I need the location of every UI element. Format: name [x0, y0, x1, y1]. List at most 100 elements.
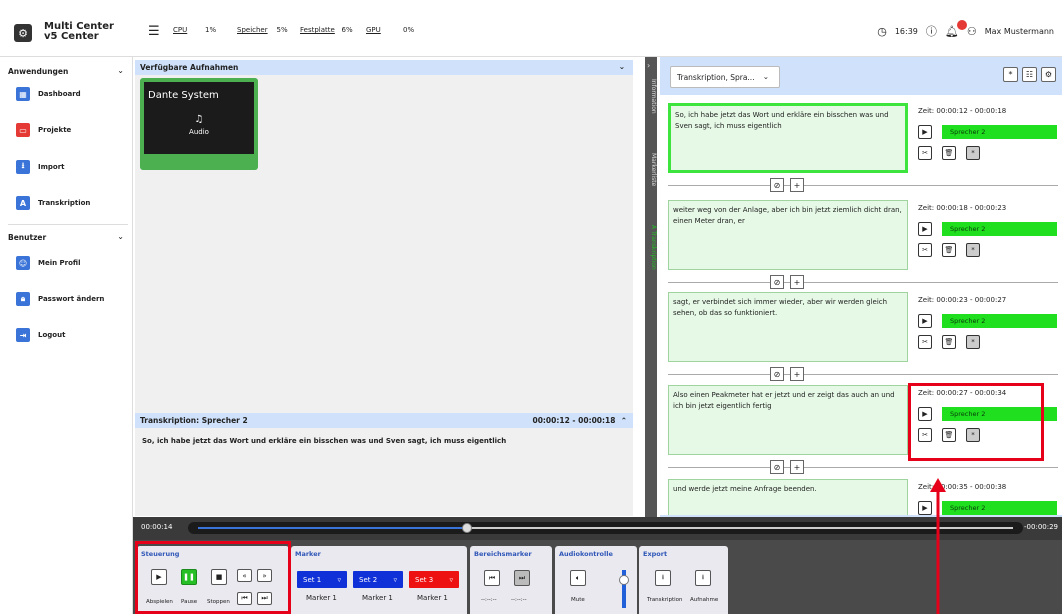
triangle-down-icon: ▿ — [449, 575, 453, 584]
asterisk-icon[interactable]: * — [966, 146, 980, 160]
sidebar-item-logout[interactable]: ⇥ Logout — [16, 328, 65, 342]
set3-button[interactable]: Set 3 ▿ — [409, 571, 459, 588]
sidebar-group-applications[interactable]: Anwendungen — [8, 67, 68, 76]
asterisk-icon[interactable]: * — [966, 243, 980, 257]
header-right: ◷ 16:39 ⓘ 🔔︎ ⚇ Max Mustermann — [877, 19, 1054, 39]
scissors-icon[interactable]: ✂ — [918, 146, 932, 160]
bell-icon[interactable]: 🔔︎ — [945, 19, 967, 38]
segment-speaker[interactable]: Sprecher 2 — [942, 314, 1057, 328]
menu-icon[interactable]: ☰ — [148, 24, 160, 39]
add-icon[interactable]: + — [790, 367, 804, 381]
transcription-title: Transkription: Sprecher 2 — [140, 416, 248, 425]
set3-marker-label: Marker 1 — [417, 594, 448, 602]
link-icon[interactable]: ⊘ — [770, 275, 784, 289]
profile-icon: ☺ — [16, 256, 30, 270]
user-icon[interactable]: ⚇ — [967, 25, 977, 38]
asterisk-button[interactable]: * — [1003, 67, 1018, 82]
sidebar-item-change-password[interactable]: 🔒︎ Passwort ändern — [16, 292, 104, 306]
audio-control-title: Audiokontrolle — [559, 550, 613, 558]
timeline-current-time: 00:00:14 — [141, 523, 173, 531]
range-start-value: --:--:-- — [481, 597, 497, 603]
tab-information[interactable]: Information — [645, 79, 657, 114]
sidebar-item-profile[interactable]: ☺ Mein Profil — [16, 256, 81, 270]
sidebar: Anwendungen ⌄ ▦ Dashboard ▭ Projekte ⭳ Impo… — [0, 57, 133, 614]
link-icon[interactable]: ⊘ — [770, 178, 784, 192]
sidebar-item-projects[interactable]: ▭ Projekte — [16, 123, 71, 137]
speaker-icon[interactable]: 🔈︎ — [570, 570, 586, 586]
segment-speaker[interactable]: Sprecher 2 — [942, 222, 1057, 236]
segment-time: Zeit: 00:00:12 - 00:00:18 — [918, 107, 1007, 115]
segment-text[interactable]: So, ich habe jetzt das Wort und erkläre … — [668, 103, 908, 173]
set1-button[interactable]: Set 1 ▿ — [297, 571, 347, 588]
scissors-icon[interactable]: ✂ — [918, 335, 932, 349]
speakers-button[interactable]: ☷ — [1022, 67, 1037, 82]
tab-transcription[interactable]: A Transkription — [645, 225, 657, 270]
sidebar-item-import[interactable]: ⭳ Import — [16, 160, 65, 174]
segment-time: Zeit: 00:00:23 - 00:00:27 — [918, 296, 1007, 304]
info-icon[interactable]: ⓘ — [926, 23, 937, 39]
sidebar-item-label: Projekte — [38, 126, 72, 134]
link-icon[interactable]: ⊘ — [770, 460, 784, 474]
segment-play-button[interactable]: ▶ — [918, 125, 932, 139]
scissors-icon[interactable]: ✂ — [918, 243, 932, 257]
export-transcription-button[interactable]: ⭳ — [655, 570, 671, 586]
segment-divider — [668, 185, 1058, 186]
gpu-stat: GPU 0% — [366, 26, 414, 34]
set1-label: Set 1 — [303, 575, 322, 584]
disk-stat: Festplatte 6% — [300, 26, 353, 34]
memory-stat: Speicher 5% — [237, 26, 288, 34]
segment-text[interactable]: Also einen Peakmeter hat er jetzt und er… — [668, 385, 908, 455]
transcription-language-dropdown[interactable]: Transkription, Spra... ⌄ — [670, 66, 780, 88]
range-end-button[interactable]: ⏭︎ — [514, 570, 530, 586]
recording-card[interactable]: Dante System ♫ Audio — [140, 78, 258, 170]
chevron-down-icon[interactable]: ⌄ — [117, 66, 124, 75]
top-header: ⚙ Multi Center v5 Center ☰ CPU 1% Speich… — [0, 0, 1062, 57]
settings-gear-icon[interactable]: ⚙ — [1041, 67, 1056, 82]
tab-marker-list[interactable]: Markerliste — [645, 153, 657, 186]
projects-icon: ▭ — [16, 123, 30, 137]
asterisk-icon[interactable]: * — [966, 335, 980, 349]
cpu-label: CPU — [173, 26, 188, 34]
add-icon[interactable]: + — [790, 275, 804, 289]
chevron-down-icon[interactable]: ⌄ — [117, 232, 124, 241]
link-icon[interactable]: ⊘ — [770, 367, 784, 381]
sidebar-item-dashboard[interactable]: ▦ Dashboard — [16, 87, 81, 101]
sidebar-item-transcription[interactable]: A Transkription — [16, 196, 90, 210]
export-recording-button[interactable]: ⭳ — [695, 570, 711, 586]
available-recordings-header[interactable]: Verfügbare Aufnahmen ⌄ — [135, 60, 633, 75]
add-icon[interactable]: + — [790, 460, 804, 474]
user-name[interactable]: Max Mustermann — [985, 27, 1054, 36]
segment-text[interactable]: und werde jetzt meine Anfrage beenden. — [668, 479, 908, 515]
triangle-down-icon: ▿ — [337, 575, 341, 584]
segment-text[interactable]: sagt, er verbindet sich immer wieder, ab… — [668, 292, 908, 362]
timeline-track[interactable] — [188, 522, 1023, 534]
segment-speaker[interactable]: Sprecher 2 — [942, 501, 1057, 515]
export-control-box: Export — [639, 546, 728, 614]
chevron-up-icon[interactable]: ⌃ — [621, 416, 627, 425]
segment-play-button[interactable]: ▶ — [918, 314, 932, 328]
sidebar-group-users[interactable]: Benutzer — [8, 233, 46, 242]
volume-handle[interactable] — [619, 575, 629, 585]
trash-icon[interactable]: 🗑︎ — [942, 243, 956, 257]
range-start-button[interactable]: ⏮︎ — [484, 570, 500, 586]
timeline-bar: 00:00:14 -00:00:29 — [133, 517, 1062, 540]
chevron-down-icon[interactable]: ⌄ — [619, 62, 625, 71]
segment-divider — [668, 467, 1058, 468]
trash-icon[interactable]: 🗑︎ — [942, 335, 956, 349]
timeline-handle[interactable] — [461, 523, 472, 533]
triangle-down-icon: ▿ — [393, 575, 397, 584]
chevron-down-icon: ⌄ — [762, 72, 769, 81]
segment-play-button[interactable]: ▶ — [918, 222, 932, 236]
segment-speaker[interactable]: Sprecher 2 — [942, 125, 1057, 139]
segment-divider — [668, 374, 1058, 375]
transcription-header[interactable]: Transkription: Sprecher 2 00:00:12 - 00:0… — [135, 413, 633, 428]
sidebar-item-label: Import — [38, 163, 65, 171]
recording-card-inner: Dante System ♫ Audio — [144, 82, 254, 154]
add-icon[interactable]: + — [790, 178, 804, 192]
app-logo-icon: ⚙ — [14, 24, 32, 42]
segment-text[interactable]: weiter weg von der Anlage, aber ich bin … — [668, 200, 908, 270]
set2-button[interactable]: Set 2 ▿ — [353, 571, 403, 588]
lock-icon: 🔒︎ — [16, 292, 30, 306]
chevron-right-icon[interactable]: › — [647, 61, 659, 70]
trash-icon[interactable]: 🗑︎ — [942, 146, 956, 160]
